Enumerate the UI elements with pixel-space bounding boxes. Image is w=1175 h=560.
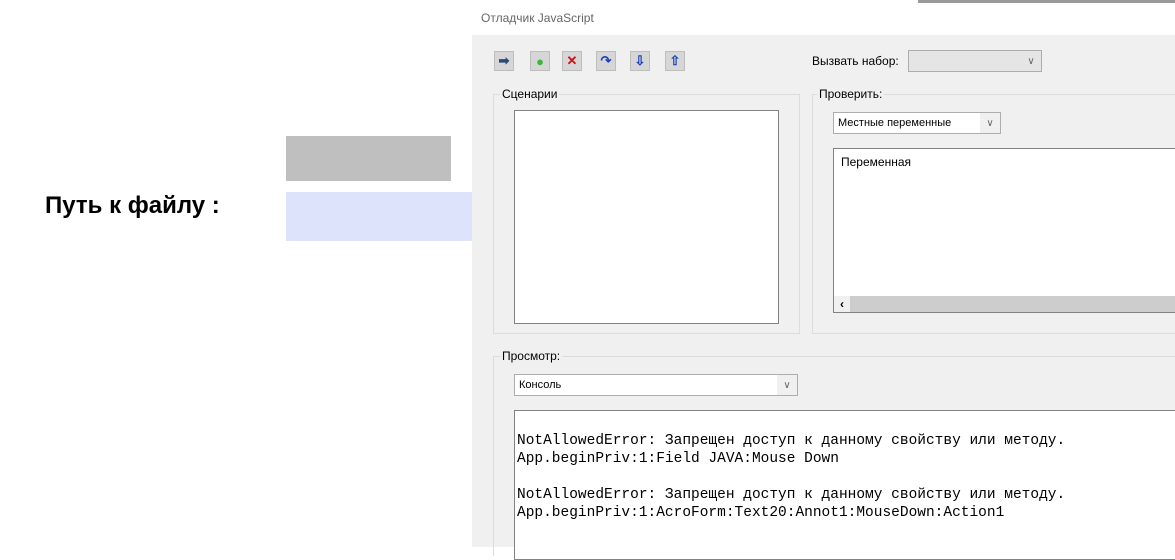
step-over-button[interactable]: ↷	[596, 51, 616, 71]
console-line: NotAllowedError: Запрещен доступ к данно…	[517, 487, 1066, 503]
view-select-value: Консоль	[519, 379, 562, 391]
console-line: NotAllowedError: Запрещен доступ к данно…	[517, 433, 1066, 449]
horizontal-scrollbar[interactable]: ‹	[834, 296, 1175, 312]
resume-icon: ➡	[498, 53, 510, 68]
file-path-field[interactable]	[286, 192, 472, 241]
step-into-icon: ⇩	[634, 53, 646, 68]
view-select[interactable]: Консоль ∨	[514, 374, 798, 396]
scripts-group: Сценарии	[493, 87, 800, 334]
scripts-label: Сценарии	[500, 87, 560, 101]
scroll-left-icon[interactable]: ‹	[834, 296, 850, 312]
title-bar: Отладчик JavaScript	[472, 0, 1175, 35]
call-stack-label: Вызвать набор:	[812, 54, 899, 68]
step-over-icon: ↷	[600, 53, 612, 68]
file-path-label: Путь к файлу :	[45, 192, 220, 219]
view-group: Просмотр: Консоль ∨ NotAllowedError: Зап…	[493, 349, 1175, 560]
chevron-down-icon: ∨	[1021, 51, 1041, 71]
breakpoint-icon: ●	[536, 53, 544, 69]
console-line: App.beginPriv:1:Field JAVA:Mouse Down	[517, 451, 839, 467]
variable-column-header: Переменная	[841, 155, 911, 169]
step-out-icon: ⇧	[669, 53, 681, 68]
resume-button[interactable]: ➡	[494, 51, 514, 71]
console-output[interactable]: NotAllowedError: Запрещен доступ к данно…	[514, 410, 1175, 560]
inspect-select[interactable]: Местные переменные ∨	[833, 112, 1001, 134]
javascript-debugger-dialog: Отладчик JavaScript ➡ ● ✕ ↷ ⇩ ⇧ Вызвать набор…	[472, 0, 1175, 560]
inspect-label: Проверить:	[817, 87, 885, 101]
inspect-select-value: Местные переменные	[838, 117, 952, 129]
stop-icon: ✕	[566, 53, 578, 68]
breakpoint-button[interactable]: ●	[530, 51, 550, 71]
stop-button[interactable]: ✕	[562, 51, 582, 71]
divider	[918, 0, 1175, 3]
inspect-group: Проверить: Местные переменные ∨ Переменн…	[812, 87, 1175, 334]
gray-bar	[286, 136, 451, 181]
console-line: App.beginPriv:1:AcroForm:Text20:Annot1:M…	[517, 505, 1005, 521]
step-into-button[interactable]: ⇩	[630, 51, 650, 71]
variables-list[interactable]: Переменная ‹	[833, 148, 1175, 313]
view-label: Просмотр:	[500, 349, 563, 363]
scripts-list[interactable]	[514, 110, 779, 324]
call-stack-select[interactable]: ∨	[908, 50, 1042, 72]
step-out-button[interactable]: ⇧	[665, 51, 685, 71]
chevron-down-icon: ∨	[980, 113, 1000, 133]
chevron-down-icon: ∨	[777, 375, 797, 395]
dialog-title: Отладчик JavaScript	[481, 11, 594, 25]
